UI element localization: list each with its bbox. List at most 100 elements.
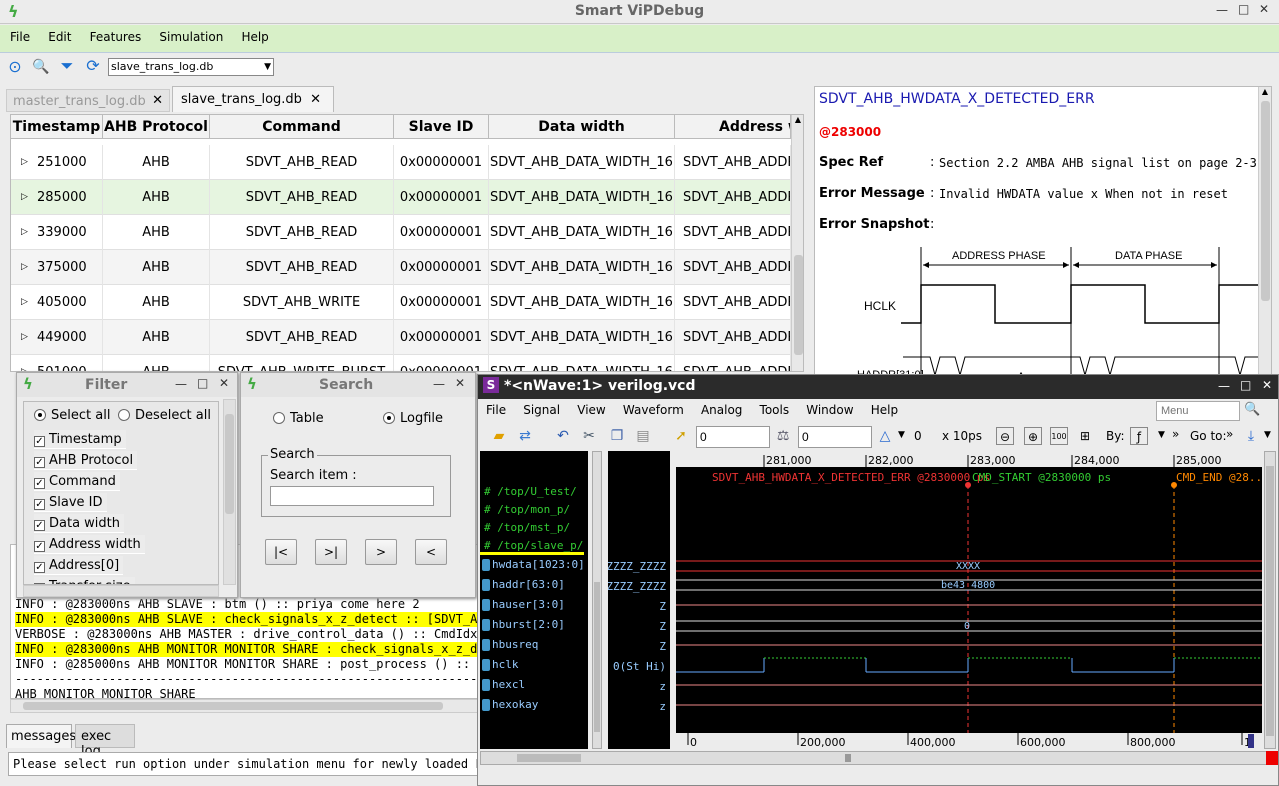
reload-icon[interactable]: ⇄ — [516, 427, 534, 445]
scrollbar-thumb[interactable] — [594, 582, 600, 732]
search-icon[interactable]: 🔍 — [1244, 402, 1260, 417]
menu-simulation[interactable]: Simulation — [159, 30, 223, 44]
table-row[interactable]: ▷ 251000 AHB SDVT_AHB_READ 0x00000001 SDVT_AH… — [11, 145, 791, 180]
signal-name[interactable]: hbusreq — [492, 638, 538, 651]
tab-messages[interactable]: messages — [6, 724, 76, 748]
dropdown-icon[interactable]: ▼ — [1264, 430, 1271, 440]
search-icon[interactable]: 🔍 — [32, 58, 50, 76]
close-button[interactable]: ✕ — [455, 376, 465, 390]
tab-slave-trans-log[interactable]: slave_trans_log.db ✕ — [172, 86, 334, 112]
next-button[interactable]: > — [365, 539, 397, 565]
close-icon[interactable]: ✕ — [310, 92, 321, 107]
waveform-canvas[interactable]: 281,000 282,000 283,000 284,000 285,000 SDVT_… — [676, 451, 1262, 749]
checkbox-icon[interactable]: ✓ — [34, 478, 45, 489]
nwave-menu-tools[interactable]: Tools — [760, 403, 790, 417]
refresh-icon[interactable]: ⟳ — [84, 57, 102, 75]
table-row[interactable]: ▷501000AHBSDVT_AHB_WRITE_BURST0x00000001… — [11, 355, 791, 371]
nwave-menu-file[interactable]: File — [486, 403, 506, 417]
filter-item[interactable]: ✓ AHB Protocol — [34, 451, 138, 470]
zoom-out-icon[interactable]: ⊖ — [996, 427, 1014, 445]
download-icon[interactable]: ⤓ — [1242, 427, 1260, 445]
maximize-button[interactable]: □ — [197, 376, 208, 390]
nwave-menu-waveform[interactable]: Waveform — [623, 403, 684, 417]
filter-item[interactable]: ✓ Timestamp — [34, 430, 126, 449]
signal-group[interactable]: # /top/slave_p/ — [484, 539, 583, 552]
name-pane-scroll[interactable] — [592, 451, 602, 749]
table-row[interactable]: ▷ 285000 AHB SDVT_AHB_READ 0x00000001 SDVT_AH… — [11, 180, 791, 215]
filter-item[interactable]: ✓ Command — [34, 472, 120, 491]
minimize-button[interactable]: — — [1218, 379, 1230, 393]
filter-item[interactable]: ✓ Data width — [34, 514, 125, 533]
table-row[interactable]: ▷ 375000 AHB SDVT_AHB_READ 0x00000001 SDVT_AH… — [11, 250, 791, 285]
nwave-menu-view[interactable]: View — [577, 403, 605, 417]
triangle-up-icon[interactable]: △ — [876, 427, 894, 445]
wave-vscroll[interactable] — [1264, 451, 1276, 749]
table-scrollbar[interactable]: ▲ — [791, 115, 803, 371]
checkbox-icon[interactable]: ✓ — [34, 541, 45, 552]
signal-group[interactable]: # /top/mon_p/ — [484, 503, 570, 516]
close-button[interactable]: ✕ — [219, 376, 229, 390]
marker-time-input[interactable] — [798, 426, 872, 448]
run-icon[interactable]: ⊙ — [6, 58, 24, 76]
tab-exec-log[interactable]: exec log — [75, 724, 135, 759]
zoom-in-icon[interactable]: ⊕ — [1024, 427, 1042, 445]
maximize-button[interactable]: □ — [1238, 2, 1249, 16]
detail-scrollbar[interactable]: ▲ — [1258, 87, 1271, 377]
menu-edit[interactable]: Edit — [48, 30, 71, 44]
more-icon[interactable]: » — [1172, 427, 1179, 441]
maximize-button[interactable]: □ — [1240, 378, 1251, 392]
menu-search-input[interactable] — [1156, 401, 1240, 421]
cursor-time-input[interactable] — [696, 426, 770, 448]
checkbox-icon[interactable]: ✓ — [34, 457, 45, 468]
tab-master-trans-log[interactable]: master_trans_log.db ✕ — [6, 89, 170, 112]
zoom-all-icon[interactable]: ⊞ — [1076, 427, 1094, 445]
col-address-width[interactable]: Address w — [675, 115, 791, 139]
deselect-all-radio[interactable]: Deselect all — [118, 408, 211, 423]
menu-help[interactable]: Help — [241, 30, 268, 44]
cursor-icon[interactable]: ➚ — [672, 427, 690, 445]
minimize-button[interactable]: — — [175, 377, 187, 391]
signal-name[interactable]: hexokay — [492, 698, 538, 711]
signal-name[interactable]: hwdata[1023:0] — [492, 558, 585, 571]
filter-hscroll[interactable] — [23, 585, 219, 597]
table-row[interactable]: ▷ 339000 AHB SDVT_AHB_READ 0x00000001 SDVT_AH… — [11, 215, 791, 250]
first-button[interactable]: |< — [265, 539, 297, 565]
scrollbar-thumb[interactable] — [794, 255, 803, 355]
cut-icon[interactable]: ✂ — [580, 427, 598, 445]
signal-group[interactable]: # /top/U_test/ — [484, 485, 577, 498]
filter-item[interactable]: ✓ Address[0] — [34, 556, 124, 575]
nwave-menu-help[interactable]: Help — [871, 403, 898, 417]
minimize-button[interactable]: — — [1216, 3, 1228, 17]
search-item-input[interactable] — [270, 486, 434, 506]
col-ahb-protocol[interactable]: AHB Protocol — [103, 115, 210, 139]
log-hscroll[interactable] — [10, 699, 480, 713]
paste-icon[interactable]: ▤ — [634, 427, 652, 445]
signal-name[interactable]: hclk — [492, 658, 519, 671]
menu-features[interactable]: Features — [90, 30, 142, 44]
scrollbar-thumb[interactable] — [845, 754, 851, 762]
checkbox-icon[interactable]: ✓ — [34, 562, 45, 573]
scrollbar-thumb[interactable] — [23, 702, 443, 710]
scroll-up-icon[interactable]: ▲ — [1259, 87, 1271, 96]
db-select[interactable]: slave_trans_log.db ▼ — [108, 58, 274, 76]
signal-name[interactable]: haddr[63:0] — [492, 578, 565, 591]
zoom-fit-icon[interactable]: 100 — [1050, 427, 1068, 445]
filter-icon[interactable]: ⏷ — [58, 57, 76, 75]
option-logfile-radio[interactable]: Logfile — [383, 411, 443, 426]
nwave-hscroll[interactable] — [480, 751, 1276, 765]
scrollbar-thumb[interactable] — [1261, 101, 1270, 301]
option-table-radio[interactable]: Table — [273, 411, 324, 426]
scrollbar-thumb[interactable] — [1266, 466, 1274, 736]
delta-dropdown-icon[interactable]: ▼ — [898, 430, 905, 440]
select-all-radio[interactable]: Select all — [34, 408, 110, 423]
nwave-menu-analog[interactable]: Analog — [701, 403, 742, 417]
prev-button[interactable]: < — [415, 539, 447, 565]
menu-file[interactable]: File — [10, 30, 30, 44]
filter-item[interactable]: ✓Transfer size — [34, 577, 135, 584]
undo-icon[interactable]: ↶ — [554, 427, 572, 445]
copy-icon[interactable]: ❐ — [608, 427, 626, 445]
signal-group[interactable]: # /top/mst_p/ — [484, 521, 570, 534]
col-timestamp[interactable]: Timestamp — [11, 115, 103, 139]
col-data-width[interactable]: Data width — [489, 115, 675, 139]
signal-name[interactable]: hexcl — [492, 678, 525, 691]
